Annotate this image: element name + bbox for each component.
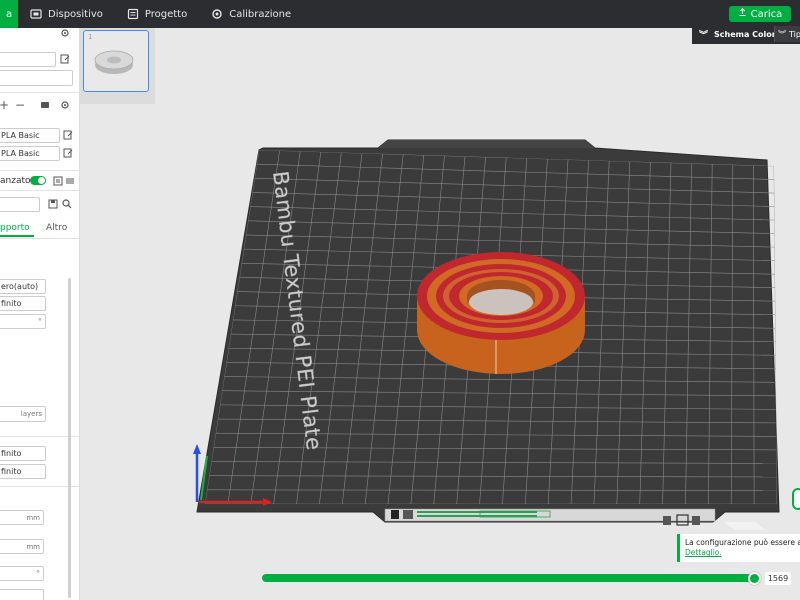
interface-pattern-2-value: finito <box>1 467 22 476</box>
upload-button[interactable]: Carica <box>729 6 791 22</box>
device-icon <box>30 8 42 20</box>
add-filament-icon[interactable]: + <box>0 98 9 112</box>
tab-other[interactable]: Altro <box>46 223 67 233</box>
support-type-value: ero(auto) <box>1 282 39 291</box>
angle-field[interactable]: ° <box>0 566 44 581</box>
unit-mm-2: mm <box>26 542 40 551</box>
save-preset-icon[interactable] <box>48 199 58 209</box>
compare-icon[interactable] <box>53 176 63 186</box>
layer-slider-value: 1569 <box>765 572 791 585</box>
search-icon[interactable] <box>62 199 72 209</box>
filament-settings-gear-icon[interactable] <box>60 100 70 110</box>
filament-1-label: PLA Basic <box>1 131 40 140</box>
list-icon[interactable] <box>65 176 75 186</box>
plate-number: 1 <box>88 33 93 41</box>
support-style-select[interactable]: finito <box>0 296 46 311</box>
collapse-chevron-icon[interactable]: ︾ <box>699 28 708 41</box>
bottom-field[interactable] <box>0 589 44 600</box>
process-select[interactable] <box>0 197 40 212</box>
printer-select[interactable] <box>0 52 56 67</box>
divider <box>0 238 79 239</box>
tab-project[interactable]: Progetto <box>115 0 199 28</box>
support-style-value: finito <box>1 299 22 308</box>
interface-pattern-1-value: finito <box>1 449 22 458</box>
tab-device[interactable]: Dispositivo <box>18 0 115 28</box>
settings-panel: + − PLA Basic PLA Basic anzato pporto Al… <box>0 28 80 600</box>
tab-support-underline <box>0 235 34 237</box>
edit-printer-icon[interactable] <box>60 54 70 64</box>
edit-filament-2-icon[interactable] <box>63 148 73 158</box>
notification-detail-link[interactable]: Dettaglio. <box>685 548 722 557</box>
layer-slider-track[interactable] <box>262 574 755 582</box>
chevron-down-icon: ︾ <box>778 29 786 39</box>
remove-filament-icon[interactable]: − <box>15 98 25 112</box>
divider <box>0 190 79 191</box>
color-scheme-bar[interactable]: ︾ Schema Colore ︾ Tip <box>692 24 800 44</box>
interface-pattern-1-select[interactable]: finito <box>0 446 46 461</box>
upload-icon <box>738 8 747 20</box>
advanced-label: anzato <box>0 176 31 186</box>
divider <box>0 92 79 93</box>
calibration-icon <box>211 8 223 20</box>
interface-pattern-2-select[interactable]: finito <box>0 464 46 479</box>
tab-support[interactable]: pporto <box>0 223 30 233</box>
project-icon <box>127 8 139 20</box>
tab-device-label: Dispositivo <box>48 8 103 20</box>
distance-field-2[interactable]: mm <box>0 539 44 554</box>
plate-thumbnail[interactable]: 1 <box>83 30 149 92</box>
layer-slider-handle[interactable] <box>748 572 761 585</box>
edit-filament-1-icon[interactable] <box>63 130 73 140</box>
plate-top-edge <box>378 140 595 148</box>
upload-button-label: Carica <box>750 8 783 20</box>
tab-prepare-label: a <box>6 8 13 20</box>
color-scheme-label: Schema Colore <box>714 29 782 39</box>
threshold-angle-field[interactable]: ° <box>0 314 46 329</box>
sidebar-toggle[interactable] <box>792 488 800 510</box>
tab-prepare[interactable]: a <box>0 0 18 28</box>
bearing-thumbnail-icon <box>94 50 134 74</box>
3d-viewport[interactable]: Bambu Textured PEI Plate <box>155 44 800 560</box>
notification-text: La configurazione può essere agg <box>685 538 800 547</box>
filament-1-select[interactable]: PLA Basic <box>0 128 60 143</box>
settings-scrollbar[interactable] <box>68 278 71 598</box>
tab-calibration-label: Calibrazione <box>229 8 292 20</box>
tab-calibration[interactable]: Calibrazione <box>199 0 303 28</box>
tab-project-label: Progetto <box>144 8 188 20</box>
plate-type-select[interactable] <box>0 70 73 86</box>
unit-mm-1: mm <box>26 513 40 522</box>
support-type-select[interactable]: ero(auto) <box>0 279 46 294</box>
plate-list: 1 <box>80 28 155 104</box>
printer-settings-gear-icon[interactable] <box>60 28 70 38</box>
sync-filament-icon[interactable] <box>40 100 50 110</box>
config-notification: La configurazione può essere agg Dettagl… <box>677 534 800 562</box>
layers-unit: layers <box>20 410 42 418</box>
view-type-select[interactable]: ︾ Tip <box>774 26 800 42</box>
top-z-distance-field[interactable]: layers <box>0 406 46 422</box>
filament-2-select[interactable]: PLA Basic <box>0 146 60 161</box>
advanced-toggle[interactable] <box>30 176 46 185</box>
divider <box>0 170 79 171</box>
plate-corner-mark <box>723 522 765 530</box>
distance-field-1[interactable]: mm <box>0 510 44 525</box>
view-type-label: Tip <box>789 29 800 39</box>
filament-2-label: PLA Basic <box>1 149 40 158</box>
bearing-model[interactable] <box>417 252 585 374</box>
top-bar: a Dispositivo Progetto Calibrazione Cari… <box>0 0 800 28</box>
